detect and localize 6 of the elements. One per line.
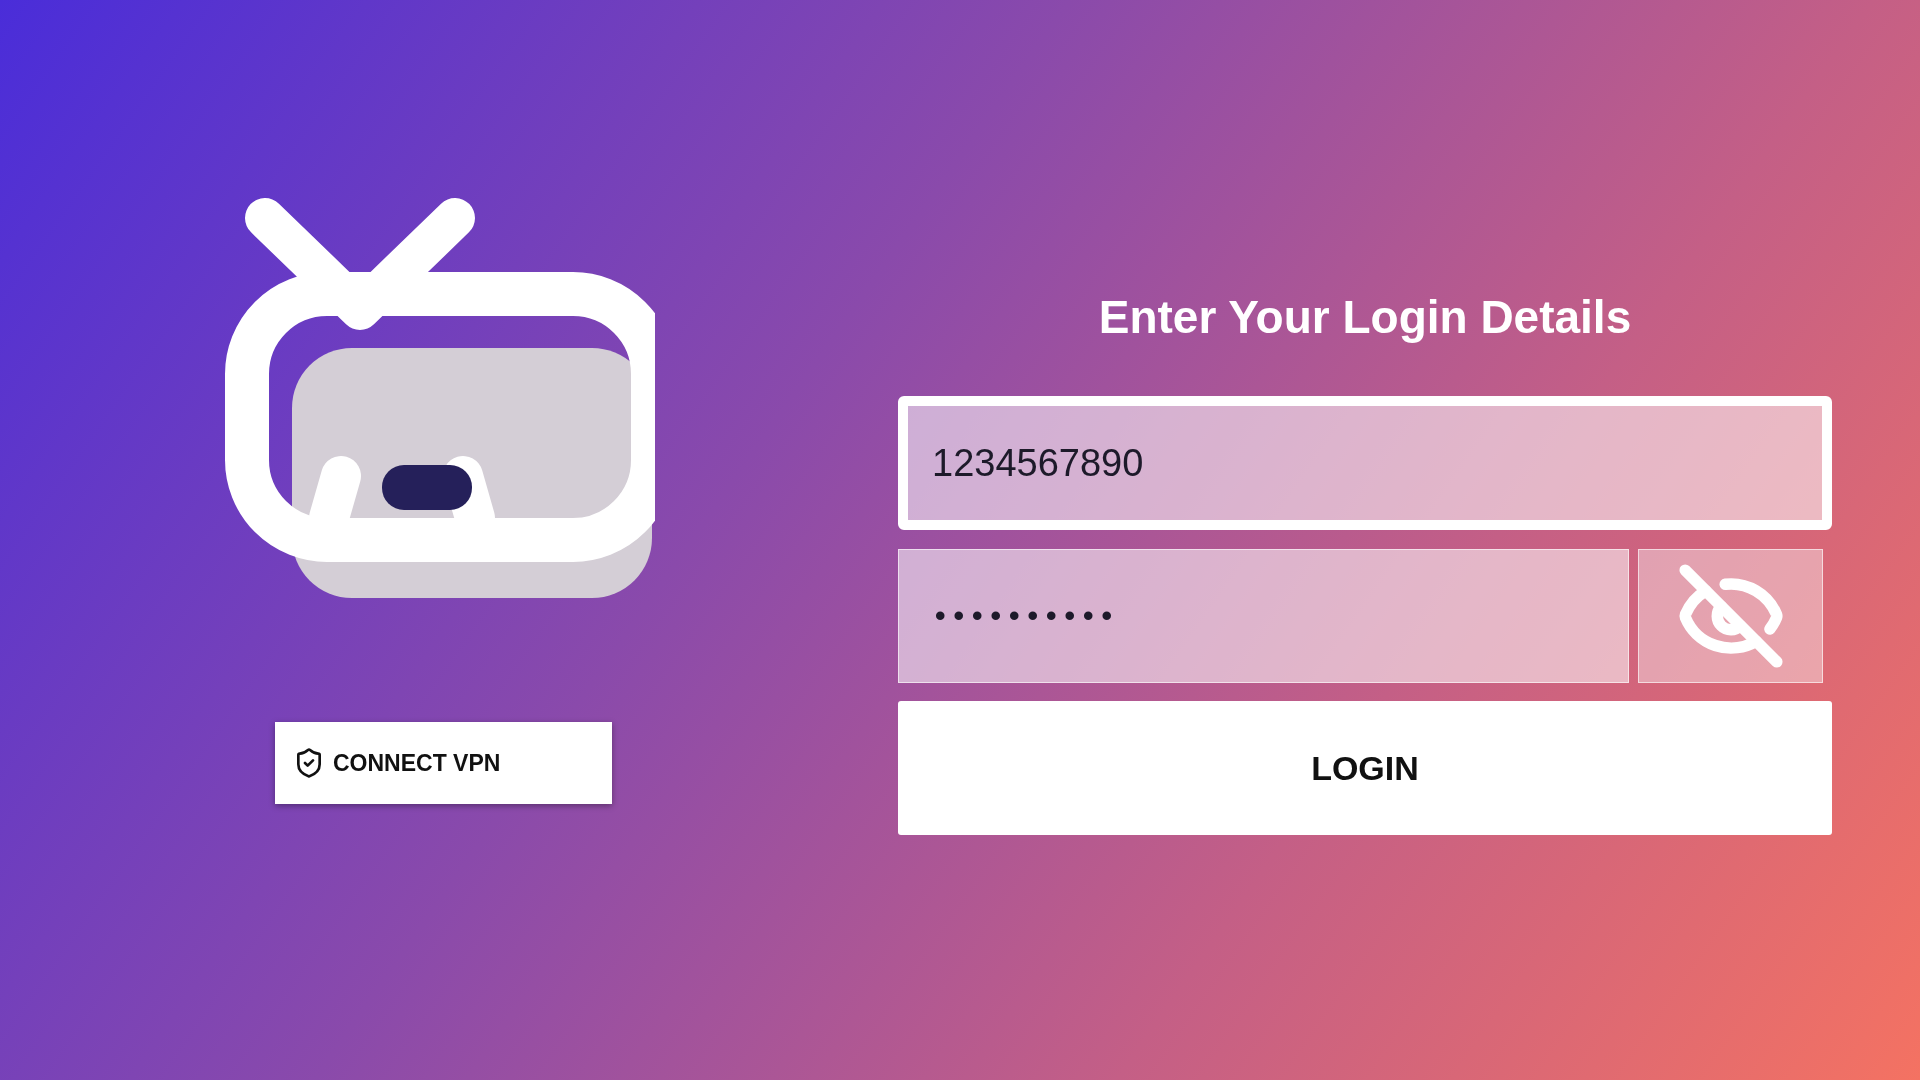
password-field[interactable]: •••••••••• [898, 549, 1629, 683]
login-button[interactable]: LOGIN [898, 701, 1832, 835]
login-title: Enter Your Login Details [1097, 290, 1633, 344]
connect-vpn-button[interactable]: CONNECT VPN [275, 722, 612, 804]
toggle-password-button[interactable] [1638, 549, 1823, 683]
username-field[interactable]: 1234567890 [898, 396, 1832, 530]
